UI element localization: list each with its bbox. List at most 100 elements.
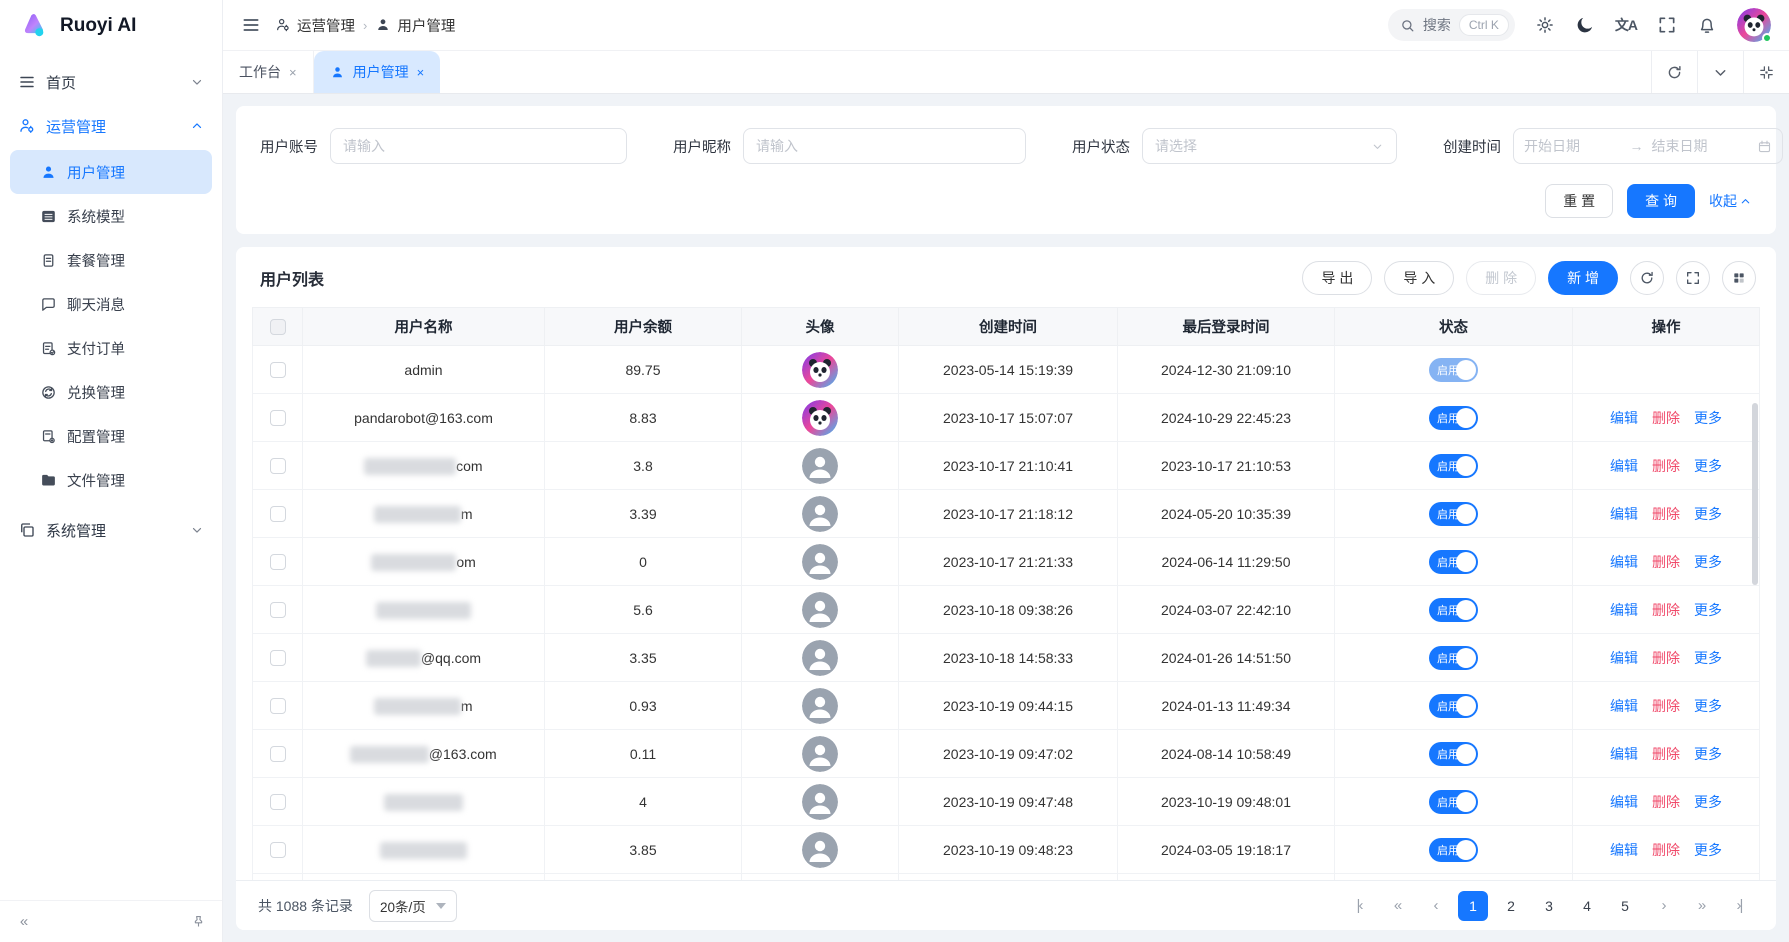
fast-prev-button[interactable]: « bbox=[1382, 891, 1412, 921]
page-number-button[interactable]: 4 bbox=[1572, 891, 1602, 921]
hamburger-menu-icon[interactable] bbox=[241, 15, 261, 35]
account-input[interactable] bbox=[330, 128, 627, 164]
sidebar-item[interactable]: 套餐管理 bbox=[10, 238, 212, 282]
translate-icon[interactable]: 文A bbox=[1615, 15, 1637, 35]
page-number-button[interactable]: 1 bbox=[1458, 891, 1488, 921]
last-page-button[interactable]: ›| bbox=[1724, 891, 1754, 921]
tab-workbench[interactable]: 工作台 × bbox=[223, 51, 314, 93]
status-toggle[interactable]: 启用 bbox=[1429, 358, 1478, 382]
next-page-button[interactable]: › bbox=[1648, 891, 1678, 921]
reset-button[interactable]: 重 置 bbox=[1545, 184, 1613, 218]
more-link[interactable]: 更多 bbox=[1694, 408, 1722, 428]
sidebar-item[interactable]: 支付订单 bbox=[10, 326, 212, 370]
fullscreen-icon[interactable] bbox=[1657, 15, 1677, 35]
delete-link[interactable]: 删除 bbox=[1652, 408, 1680, 428]
sidebar-item[interactable]: 配置管理 bbox=[10, 414, 212, 458]
table-refresh-button[interactable] bbox=[1630, 261, 1664, 295]
more-link[interactable]: 更多 bbox=[1694, 696, 1722, 716]
import-button[interactable]: 导 入 bbox=[1384, 261, 1454, 295]
edit-link[interactable]: 编辑 bbox=[1610, 792, 1638, 812]
nickname-input[interactable] bbox=[743, 128, 1026, 164]
row-checkbox[interactable] bbox=[270, 698, 286, 714]
status-toggle[interactable]: 启用 bbox=[1429, 646, 1478, 670]
edit-link[interactable]: 编辑 bbox=[1610, 552, 1638, 572]
sidebar-collapse-button[interactable]: « bbox=[12, 910, 36, 934]
status-select[interactable]: 请选择 bbox=[1142, 128, 1397, 164]
delete-link[interactable]: 删除 bbox=[1652, 504, 1680, 524]
select-all-checkbox[interactable] bbox=[270, 319, 286, 335]
delete-link[interactable]: 删除 bbox=[1652, 744, 1680, 764]
more-link[interactable]: 更多 bbox=[1694, 504, 1722, 524]
delete-link[interactable]: 删除 bbox=[1652, 792, 1680, 812]
table-fullscreen-button[interactable] bbox=[1676, 261, 1710, 295]
sidebar-group-system[interactable]: 系统管理 bbox=[0, 508, 222, 552]
row-checkbox[interactable] bbox=[270, 410, 286, 426]
edit-link[interactable]: 编辑 bbox=[1610, 744, 1638, 764]
brand-logo[interactable]: Ruoyi AI bbox=[0, 0, 222, 52]
row-checkbox[interactable] bbox=[270, 650, 286, 666]
column-settings-button[interactable] bbox=[1722, 261, 1756, 295]
more-link[interactable]: 更多 bbox=[1694, 744, 1722, 764]
page-size-select[interactable]: 20条/页 bbox=[369, 890, 457, 922]
status-toggle[interactable]: 启用 bbox=[1429, 550, 1478, 574]
sidebar-item[interactable]: 兑换管理 bbox=[10, 370, 212, 414]
export-button[interactable]: 导 出 bbox=[1302, 261, 1372, 295]
breadcrumb-operations[interactable]: 运营管理 bbox=[275, 15, 355, 36]
refresh-page-button[interactable] bbox=[1651, 51, 1697, 93]
sidebar-item[interactable]: 用户管理 bbox=[10, 150, 212, 194]
settings-gear-icon[interactable] bbox=[1535, 15, 1555, 35]
delete-link[interactable]: 删除 bbox=[1652, 456, 1680, 476]
row-checkbox[interactable] bbox=[270, 458, 286, 474]
sidebar-item[interactable]: 聊天消息 bbox=[10, 282, 212, 326]
more-link[interactable]: 更多 bbox=[1694, 552, 1722, 572]
sidebar-item[interactable]: 系统模型 bbox=[10, 194, 212, 238]
more-link[interactable]: 更多 bbox=[1694, 456, 1722, 476]
user-avatar[interactable] bbox=[1737, 8, 1771, 42]
pin-icon[interactable] bbox=[186, 910, 210, 934]
row-checkbox[interactable] bbox=[270, 602, 286, 618]
global-search[interactable]: 搜索 Ctrl K bbox=[1388, 9, 1515, 41]
status-toggle[interactable]: 启用 bbox=[1429, 502, 1478, 526]
close-icon[interactable]: × bbox=[417, 65, 425, 80]
more-link[interactable]: 更多 bbox=[1694, 648, 1722, 668]
status-toggle[interactable]: 启用 bbox=[1429, 406, 1478, 430]
edit-link[interactable]: 编辑 bbox=[1610, 696, 1638, 716]
status-toggle[interactable]: 启用 bbox=[1429, 790, 1478, 814]
dark-mode-moon-icon[interactable] bbox=[1575, 15, 1595, 35]
more-link[interactable]: 更多 bbox=[1694, 792, 1722, 812]
page-number-button[interactable]: 5 bbox=[1610, 891, 1640, 921]
status-toggle[interactable]: 启用 bbox=[1429, 454, 1478, 478]
page-number-button[interactable]: 2 bbox=[1496, 891, 1526, 921]
tab-user-management[interactable]: 用户管理 × bbox=[314, 51, 441, 93]
more-link[interactable]: 更多 bbox=[1694, 600, 1722, 620]
delete-link[interactable]: 删除 bbox=[1652, 552, 1680, 572]
status-toggle[interactable]: 启用 bbox=[1429, 694, 1478, 718]
date-range-picker[interactable]: 开始日期 → 结束日期 bbox=[1513, 128, 1783, 164]
fast-next-button[interactable]: » bbox=[1686, 891, 1716, 921]
delete-link[interactable]: 删除 bbox=[1652, 696, 1680, 716]
status-toggle[interactable]: 启用 bbox=[1429, 742, 1478, 766]
edit-link[interactable]: 编辑 bbox=[1610, 840, 1638, 860]
delete-button[interactable]: 删 除 bbox=[1466, 261, 1536, 295]
sidebar-item[interactable]: 文件管理 bbox=[10, 458, 212, 502]
table-scrollbar[interactable] bbox=[1752, 403, 1758, 585]
search-button[interactable]: 查 询 bbox=[1627, 184, 1695, 218]
breadcrumb-user-management[interactable]: 用户管理 bbox=[375, 15, 455, 36]
row-checkbox[interactable] bbox=[270, 506, 286, 522]
delete-link[interactable]: 删除 bbox=[1652, 600, 1680, 620]
sidebar-group-home[interactable]: 首页 bbox=[0, 60, 222, 104]
sidebar-group-operations[interactable]: 运营管理 bbox=[0, 104, 222, 148]
row-checkbox[interactable] bbox=[270, 362, 286, 378]
status-toggle[interactable]: 启用 bbox=[1429, 838, 1478, 862]
notifications-bell-icon[interactable] bbox=[1697, 15, 1717, 35]
row-checkbox[interactable] bbox=[270, 794, 286, 810]
add-button[interactable]: 新 增 bbox=[1548, 261, 1618, 295]
first-page-button[interactable]: |‹ bbox=[1344, 891, 1374, 921]
row-checkbox[interactable] bbox=[270, 554, 286, 570]
delete-link[interactable]: 删除 bbox=[1652, 648, 1680, 668]
delete-link[interactable]: 删除 bbox=[1652, 840, 1680, 860]
tabs-dropdown-button[interactable] bbox=[1697, 51, 1743, 93]
collapse-filters-link[interactable]: 收起 bbox=[1709, 191, 1752, 211]
more-link[interactable]: 更多 bbox=[1694, 840, 1722, 860]
close-icon[interactable]: × bbox=[289, 65, 297, 80]
